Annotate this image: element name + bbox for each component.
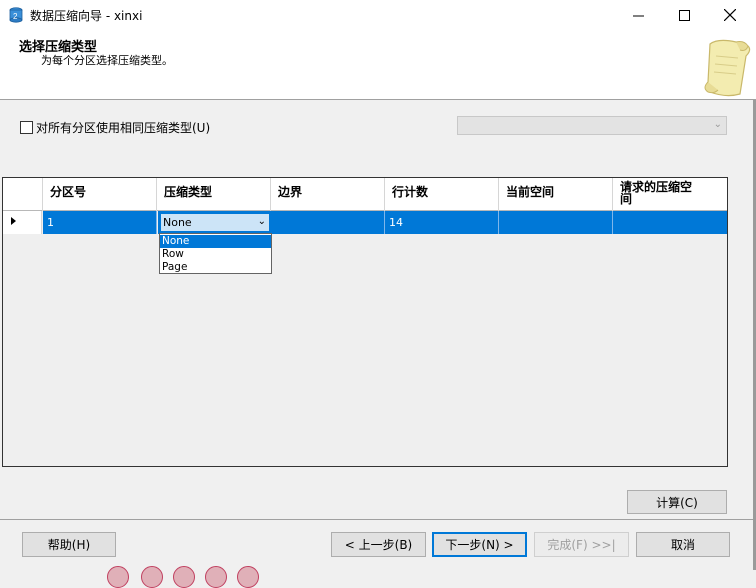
column-header-compression-type[interactable]: 压缩类型	[157, 178, 271, 211]
compression-dropdown-list[interactable]: None Row Page	[159, 233, 272, 274]
close-button[interactable]	[707, 0, 753, 30]
same-compression-label[interactable]: 对所有分区使用相同压缩类型(U)	[36, 119, 210, 136]
taskbar-circle	[107, 566, 129, 588]
same-compression-checkbox[interactable]	[20, 121, 33, 134]
close-icon	[724, 9, 736, 21]
cell-boundary[interactable]	[271, 211, 385, 234]
chevron-down-icon[interactable]: ⌄	[258, 216, 266, 227]
title-bar: 2 数据压缩向导 - xinxi	[0, 0, 756, 30]
chevron-down-icon: ⌄	[713, 119, 722, 130]
column-header-current-space[interactable]: 当前空间	[499, 178, 613, 211]
wizard-header: 选择压缩类型 为每个分区选择压缩类型。	[0, 30, 756, 100]
column-header-requested-space[interactable]: 请求的压缩空 间	[613, 178, 727, 211]
scroll-icon	[704, 39, 751, 97]
cell-current-space[interactable]	[499, 211, 613, 234]
cancel-button[interactable]: 取消	[636, 532, 730, 557]
minimize-button[interactable]	[615, 0, 661, 30]
row-selector[interactable]	[3, 211, 42, 234]
finish-button: 完成(F) >>|	[534, 532, 629, 557]
cell-partition[interactable]: 1	[43, 211, 157, 234]
combobox-value: None	[163, 216, 192, 229]
cell-requested-space[interactable]	[613, 211, 727, 234]
next-button[interactable]: 下一步(N) >	[432, 532, 527, 557]
maximize-icon	[678, 9, 690, 21]
minimize-icon	[632, 15, 644, 16]
column-header-boundary[interactable]: 边界	[271, 178, 385, 211]
table-row[interactable]: 1 14	[3, 211, 727, 234]
taskbar-circle	[141, 566, 163, 588]
help-button[interactable]: 帮助(H)	[22, 532, 116, 557]
compression-type-combobox[interactable]: None ⌄	[160, 213, 270, 232]
footer-divider	[0, 519, 756, 520]
taskbar-circle	[237, 566, 259, 588]
partition-grid[interactable]: 分区号 压缩类型 边界 行计数 当前空间 请求的压缩空 间 1 14 None …	[2, 177, 728, 467]
grid-header: 分区号 压缩类型 边界 行计数 当前空间 请求的压缩空 间	[3, 178, 727, 211]
column-header-row-count[interactable]: 行计数	[385, 178, 499, 211]
app-icon: 2	[9, 7, 23, 23]
taskbar-circle	[173, 566, 195, 588]
page-subtitle: 为每个分区选择压缩类型。	[41, 54, 173, 67]
back-button[interactable]: < 上一步(B)	[331, 532, 426, 557]
dropdown-option-row[interactable]: Row	[160, 248, 271, 261]
taskbar-circle	[205, 566, 227, 588]
dropdown-option-page[interactable]: Page	[160, 261, 271, 274]
cell-row-count[interactable]: 14	[385, 211, 499, 234]
cell-compression-type[interactable]: None ⌄	[158, 211, 271, 234]
compression-type-select: ⌄	[457, 116, 727, 135]
svg-text:2: 2	[13, 12, 18, 21]
row-pointer-icon	[11, 217, 16, 225]
column-header-partition[interactable]: 分区号	[43, 178, 157, 211]
calculate-button[interactable]: 计算(C)	[627, 490, 727, 514]
window-title: 数据压缩向导 - xinxi	[30, 9, 143, 23]
maximize-button[interactable]	[661, 0, 707, 30]
dropdown-option-none[interactable]: None	[160, 235, 271, 248]
row-header-corner	[3, 178, 43, 211]
